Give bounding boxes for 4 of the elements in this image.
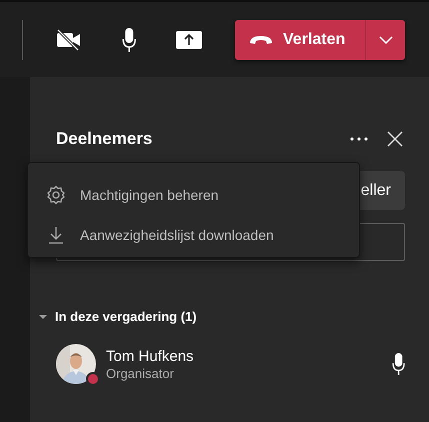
participant-role: Organisator [106, 366, 175, 380]
participant-name: Tom Hufkens [106, 348, 195, 364]
section-header: In deze vergadering (1) [55, 309, 197, 324]
panel-title: Deelnemers [56, 129, 154, 149]
